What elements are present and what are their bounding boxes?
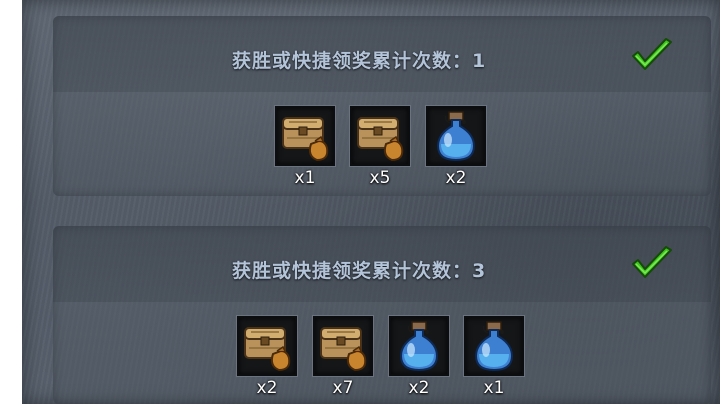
reward-row-2 [53,226,711,404]
chest-bag-icon [313,316,373,376]
item-quantity: x5 [369,168,391,188]
reward-item-3[interactable]: x2 [426,106,486,188]
reward-item-2[interactable]: x7 [313,316,373,398]
chest-bag-icon [237,316,297,376]
item-quantity: x1 [294,168,316,188]
item-quantity: x7 [332,378,354,398]
potion-icon [464,316,524,376]
reward-item-1[interactable]: x2 [237,316,297,398]
reward-item-4[interactable]: x1 [464,316,524,398]
reward-item-3[interactable]: x2 [389,316,449,398]
claimed-check-icon [630,38,674,74]
potion-icon [426,106,486,166]
reward-item-1[interactable]: x1 [275,106,335,188]
item-quantity: x2 [408,378,430,398]
chest-bag-icon [275,106,335,166]
reward-row-title: 获胜或快捷领奖累计次数：1 [232,50,487,72]
reward-item-2[interactable]: x5 [350,106,410,188]
item-quantity: x2 [445,168,467,188]
item-quantity: x1 [483,378,505,398]
reward-row-title: 获胜或快捷领奖累计次数：3 [232,260,487,282]
claimed-check-icon [630,246,674,282]
chest-bag-icon [350,106,410,166]
potion-icon [389,316,449,376]
item-quantity: x2 [256,378,278,398]
